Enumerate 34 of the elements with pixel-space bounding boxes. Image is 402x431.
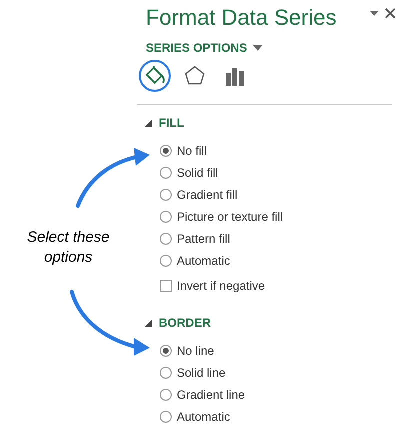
pentagon-icon: [184, 65, 206, 87]
radio-button[interactable]: [160, 167, 172, 179]
radio-label: Gradient line: [177, 387, 246, 404]
radio-label: Pattern fill: [177, 231, 230, 248]
section-header[interactable]: FILL: [145, 115, 402, 131]
format-tab[interactable]: [139, 60, 171, 92]
series-options-menu[interactable]: SERIES OPTIONS: [146, 40, 264, 56]
radio-label: Automatic: [177, 409, 230, 426]
radio-button[interactable]: [160, 233, 172, 245]
radio-label: Picture or texture fill: [177, 209, 284, 226]
radio-button[interactable]: [160, 367, 172, 379]
radio-label: Solid fill: [177, 165, 218, 182]
annotation-text: Select these options: [26, 228, 111, 268]
section-header[interactable]: BORDER: [145, 315, 402, 331]
radio-button[interactable]: [160, 389, 172, 401]
radio-button[interactable]: [160, 411, 172, 423]
radio-label: No fill: [177, 143, 208, 160]
paint-bucket-icon: [144, 65, 166, 87]
radio-button[interactable]: [160, 189, 172, 201]
radio-label: Solid line: [177, 365, 226, 382]
radio-label: No line: [177, 343, 214, 360]
caret-icon: [253, 45, 264, 51]
close-icon[interactable]: [385, 8, 396, 19]
bar-chart-icon: [224, 65, 246, 87]
dropdown-caret-icon[interactable]: [370, 10, 379, 16]
radio-button[interactable]: [160, 211, 172, 223]
checkbox-label: Invert if negative: [177, 278, 266, 295]
radio-button[interactable]: [160, 255, 172, 267]
radio-label: Automatic: [177, 253, 230, 270]
radio-button[interactable]: [160, 145, 172, 157]
radio-button[interactable]: [160, 345, 172, 357]
pane-title: Format Data Series: [146, 4, 337, 32]
checkbox[interactable]: [160, 280, 172, 292]
radio-label: Gradient fill: [177, 187, 238, 204]
